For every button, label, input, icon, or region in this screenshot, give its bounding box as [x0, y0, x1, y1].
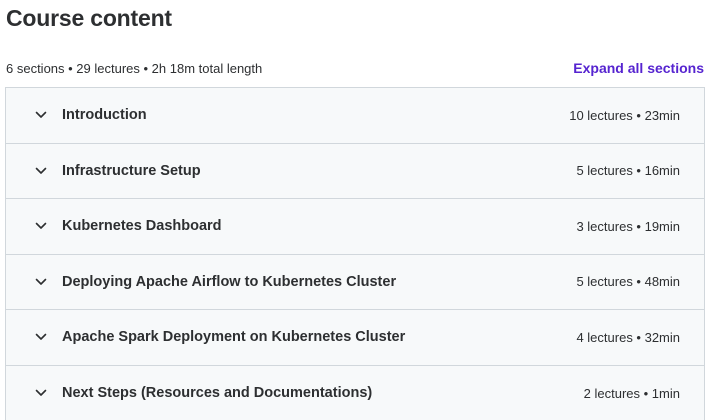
- chevron-down-icon: [34, 275, 48, 289]
- section-title: Next Steps (Resources and Documentations…: [62, 385, 373, 402]
- section-title: Introduction: [62, 107, 147, 124]
- chevron-down-icon: [34, 164, 48, 178]
- section-title: Infrastructure Setup: [62, 162, 201, 179]
- section-meta: 2 lectures • 1min: [583, 385, 680, 401]
- chevron-down-icon: [34, 108, 48, 122]
- section-title: Deploying Apache Airflow to Kubernetes C…: [62, 273, 397, 290]
- chevron-down-icon: [34, 219, 48, 233]
- section-meta: 5 lectures • 16min: [576, 163, 680, 179]
- section-header-infrastructure-setup[interactable]: Infrastructure Setup 5 lectures • 16min: [6, 143, 704, 199]
- section-meta: 3 lectures • 19min: [576, 218, 680, 234]
- page-title: Course content: [6, 5, 172, 31]
- chevron-down-icon: [34, 330, 48, 344]
- chevron-down-icon: [34, 386, 48, 400]
- section-header-deploying-airflow[interactable]: Deploying Apache Airflow to Kubernetes C…: [6, 254, 704, 310]
- section-title: Apache Spark Deployment on Kubernetes Cl…: [62, 329, 406, 346]
- section-header-spark-deployment[interactable]: Apache Spark Deployment on Kubernetes Cl…: [6, 310, 704, 366]
- section-meta: 5 lectures • 48min: [576, 274, 680, 290]
- section-header-kubernetes-dashboard[interactable]: Kubernetes Dashboard 3 lectures • 19min: [6, 199, 704, 255]
- section-meta: 4 lectures • 32min: [576, 329, 680, 345]
- course-summary-row: 6 sections • 29 lectures • 2h 18m total …: [6, 58, 705, 78]
- course-summary: 6 sections • 29 lectures • 2h 18m total …: [6, 60, 263, 76]
- section-title: Kubernetes Dashboard: [62, 218, 222, 235]
- section-meta: 10 lectures • 23min: [569, 107, 680, 123]
- section-list: Introduction 10 lectures • 23min Infrast…: [5, 87, 705, 420]
- section-header-introduction[interactable]: Introduction 10 lectures • 23min: [6, 88, 704, 144]
- expand-all-sections-button[interactable]: Expand all sections: [573, 60, 705, 76]
- course-content-panel: Course content 6 sections • 29 lectures …: [0, 0, 705, 420]
- section-header-next-steps[interactable]: Next Steps (Resources and Documentations…: [6, 365, 704, 420]
